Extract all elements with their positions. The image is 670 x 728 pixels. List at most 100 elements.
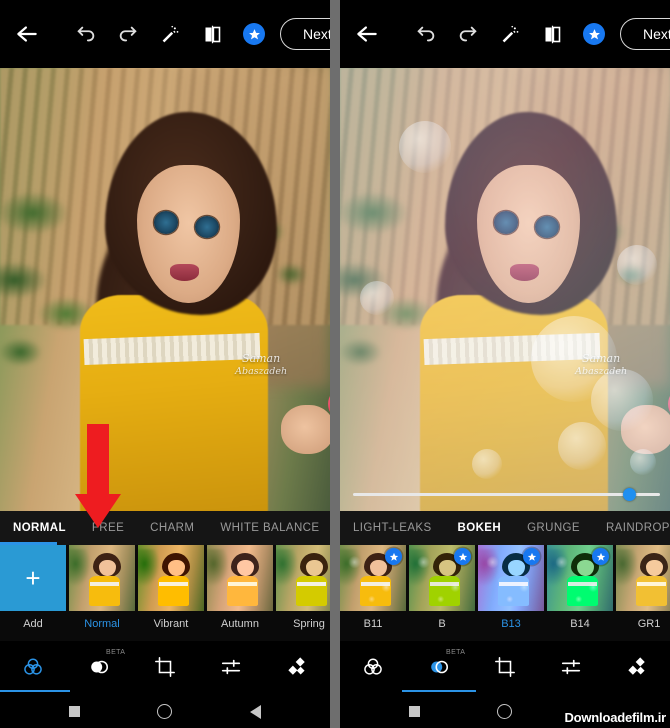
magic-wand-icon[interactable] — [154, 18, 186, 50]
thumb-face — [576, 560, 594, 577]
slider-thumb[interactable] — [623, 488, 637, 501]
category-tab-charm[interactable]: CHARM — [137, 522, 207, 534]
thumb-subject — [635, 552, 670, 607]
sparkle-retouch-icon[interactable] — [274, 647, 320, 687]
preset-item-gr1[interactable]: GR1 — [616, 545, 670, 630]
sparkle-retouch-icon[interactable] — [614, 647, 660, 687]
left-canvas[interactable]: Saman Abaszadeh — [0, 68, 330, 511]
preset-thumbnail[interactable] — [547, 545, 613, 611]
preset-thumbnail[interactable] — [69, 545, 135, 611]
before-after-compare-icon[interactable] — [536, 18, 568, 50]
redo-icon[interactable] — [452, 18, 484, 50]
back-icon[interactable] — [350, 17, 384, 51]
magic-wand-icon[interactable] — [494, 18, 526, 50]
subject-dress — [420, 294, 609, 511]
thumb-face — [305, 560, 323, 577]
circle-home-icon[interactable] — [497, 704, 513, 719]
preset-label: B14 — [570, 618, 590, 630]
thumb-dress — [359, 575, 392, 607]
preset-item-vibrant[interactable]: Vibrant — [138, 545, 204, 630]
blend-beta-icon[interactable]: BETA — [402, 647, 476, 692]
preset-thumbnail[interactable] — [207, 545, 273, 611]
thumb-lace — [568, 581, 598, 587]
category-tab-grunge[interactable]: GRUNGE — [514, 522, 593, 534]
thumb-lace — [90, 581, 120, 587]
preset-thumbnail[interactable] — [478, 545, 544, 611]
arrow-shaft — [87, 424, 109, 496]
thumb-lace — [361, 581, 391, 587]
thumb-lace — [228, 581, 258, 587]
left-category-tabs[interactable]: NORMAL FREE CHARM WHITE BALANCE BLACK & — [0, 511, 330, 545]
redo-icon[interactable] — [112, 18, 144, 50]
right-canvas[interactable]: Saman Abaszadeh — [340, 68, 670, 511]
preset-label: Vibrant — [153, 618, 189, 630]
preset-item-b13[interactable]: B13 — [478, 545, 544, 630]
beta-badge-label: BETA — [106, 649, 126, 656]
right-top-toolbar: Next — [340, 0, 670, 68]
preset-thumbnail[interactable] — [616, 545, 670, 611]
preset-thumbnail[interactable] — [340, 545, 406, 611]
category-tab-raindrops[interactable]: RAINDROPS — [593, 522, 670, 534]
photographer-signature: Saman Abaszadeh — [235, 352, 287, 378]
blend-beta-icon[interactable]: BETA — [76, 647, 126, 687]
right-category-tabs[interactable]: LIGHT-LEAKS BOKEH GRUNGE RAINDROPS PAPE — [340, 511, 670, 545]
add-icon[interactable]: + — [0, 545, 66, 611]
preset-item-b14[interactable]: B14 — [547, 545, 613, 630]
triangle-back-icon[interactable] — [250, 704, 262, 719]
premium-star-button[interactable] — [578, 18, 610, 50]
undo-icon[interactable] — [70, 18, 102, 50]
effects-icon[interactable] — [350, 647, 396, 687]
thumb-dress — [428, 575, 461, 607]
next-button[interactable]: Next — [280, 18, 330, 50]
left-android-navbar[interactable] — [0, 693, 330, 728]
right-preset-strip[interactable]: B11 B B13 B14 GR1 — [340, 545, 670, 641]
preset-thumbnail[interactable] — [409, 545, 475, 611]
thumb-subject — [295, 552, 330, 607]
preset-thumbnail[interactable] — [138, 545, 204, 611]
adjust-sliders-icon[interactable] — [208, 647, 254, 687]
effect-opacity-slider[interactable] — [353, 487, 661, 501]
category-tab-normal[interactable]: NORMAL — [0, 522, 79, 534]
subject-mouth — [170, 264, 199, 281]
site-watermark: Downloadefilm.ir — [564, 710, 666, 725]
thumb-lace — [297, 581, 327, 587]
preset-label: GR1 — [637, 618, 661, 630]
subject-eye-right — [534, 215, 560, 238]
premium-star-button[interactable] — [238, 18, 270, 50]
circle-home-icon[interactable] — [157, 704, 173, 719]
slider-track[interactable] — [353, 493, 661, 496]
preset-thumbnail[interactable] — [276, 545, 330, 611]
preset-item-spring[interactable]: Spring — [276, 545, 330, 630]
category-tab-white-balance[interactable]: WHITE BALANCE — [207, 522, 330, 534]
preset-label: Spring — [293, 618, 325, 630]
thumb-face — [507, 560, 525, 577]
next-button[interactable]: Next — [620, 18, 670, 50]
panel-divider — [330, 0, 340, 728]
left-tool-bar[interactable]: BETA — [0, 641, 330, 693]
signature-line-1: Saman — [242, 351, 281, 365]
right-tool-bar[interactable]: BETA — [340, 641, 670, 693]
crop-icon[interactable] — [142, 647, 188, 687]
preset-item-b11[interactable]: B11 — [340, 545, 406, 630]
photographer-signature: Saman Abaszadeh — [575, 352, 627, 378]
crop-icon[interactable] — [482, 647, 528, 687]
left-preset-strip[interactable]: + Add Normal Vibrant Autumn Spring — [0, 545, 330, 641]
preset-item-b12[interactable]: B — [409, 545, 475, 630]
preset-item-add[interactable]: + Add — [0, 545, 66, 630]
effects-icon[interactable] — [0, 647, 70, 692]
square-recents-icon[interactable] — [408, 706, 420, 717]
adjust-sliders-icon[interactable] — [548, 647, 594, 687]
thumbnail-image — [616, 545, 670, 611]
category-tab-light-leaks[interactable]: LIGHT-LEAKS — [340, 522, 445, 534]
square-recents-icon[interactable] — [68, 706, 80, 717]
preset-item-autumn[interactable]: Autumn — [207, 545, 273, 630]
subject-hand — [280, 405, 330, 454]
undo-icon[interactable] — [410, 18, 442, 50]
back-icon[interactable] — [10, 17, 44, 51]
premium-star-icon — [523, 548, 540, 565]
preset-item-normal[interactable]: Normal — [69, 545, 135, 630]
premium-star-icon — [454, 548, 471, 565]
before-after-compare-icon[interactable] — [196, 18, 228, 50]
left-phone-panel: Next Saman Abaszadeh NORMAL FREE CHARM W… — [0, 0, 330, 728]
category-tab-bokeh[interactable]: BOKEH — [445, 522, 515, 534]
